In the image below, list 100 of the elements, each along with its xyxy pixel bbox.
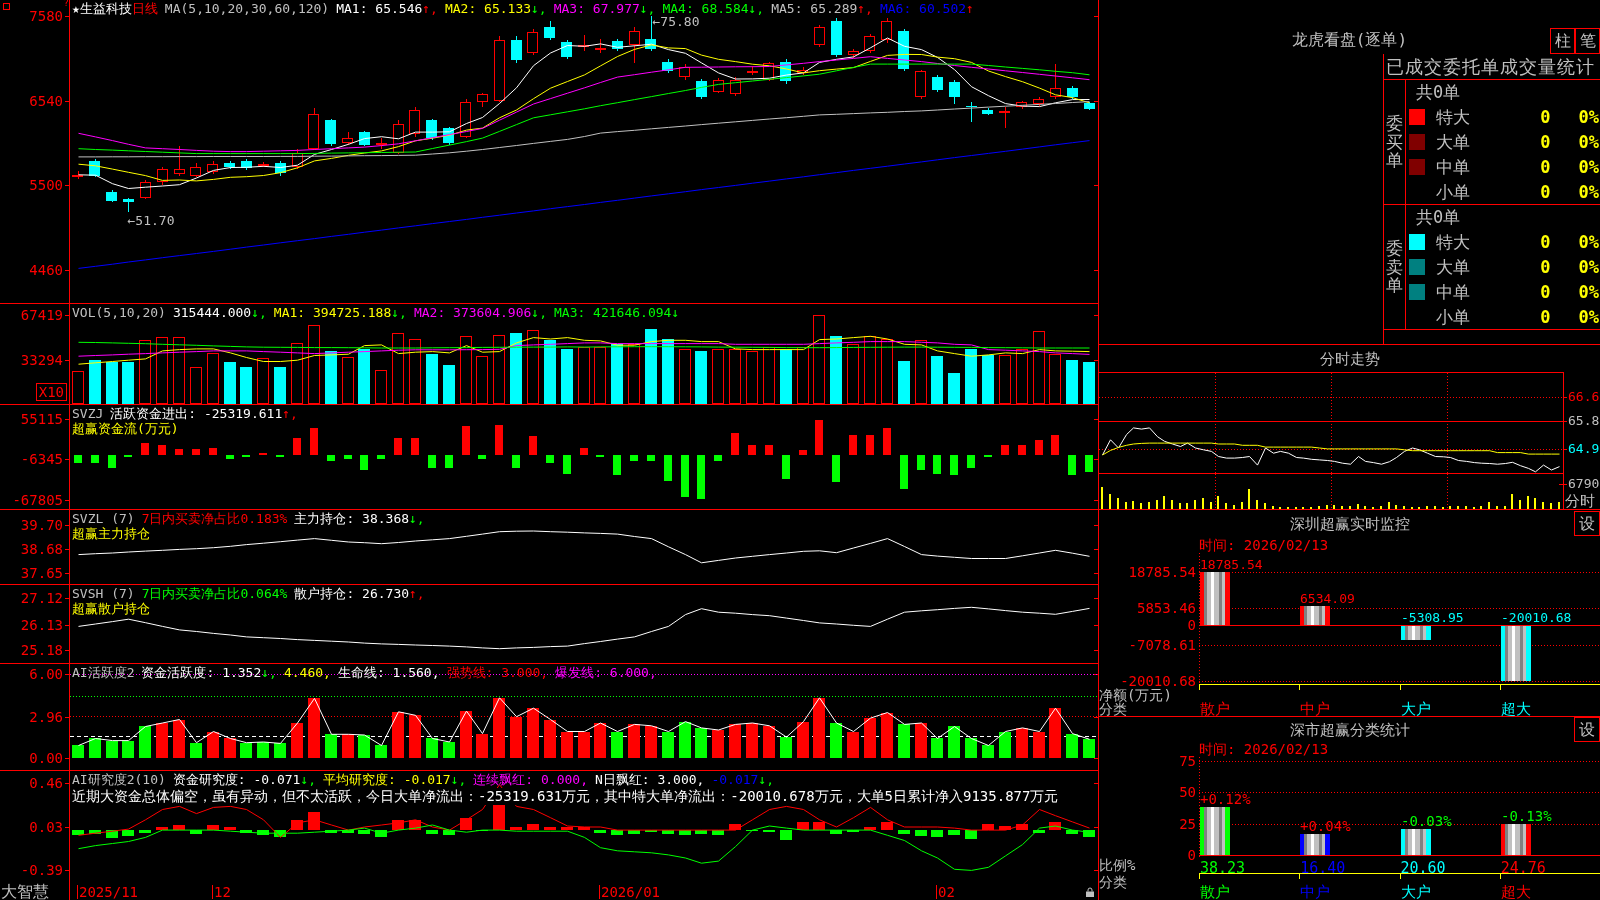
settings-button[interactable]: 设 xyxy=(1574,717,1600,742)
bar xyxy=(360,455,368,470)
axis-label: 6540 xyxy=(29,93,69,109)
bar xyxy=(594,723,606,758)
trend-arrow: ↑, xyxy=(282,406,298,421)
bar xyxy=(173,825,185,830)
bar xyxy=(139,726,151,758)
axis-label: 6.00 xyxy=(29,666,69,682)
help-mark[interactable]: ? xyxy=(63,0,69,8)
candle xyxy=(982,107,993,116)
candle xyxy=(932,74,943,93)
order-percent: 0% xyxy=(1578,106,1599,127)
candle xyxy=(1067,85,1078,100)
candle xyxy=(1050,63,1061,100)
legend-label: 活跃资金进出: -25319.611 xyxy=(110,406,283,421)
bar xyxy=(1018,445,1026,455)
settings-button[interactable]: 设 xyxy=(1574,511,1600,536)
candle xyxy=(814,24,825,48)
trend-arrow: ↓, xyxy=(261,665,277,680)
legend-label: MA2: 373604.906 xyxy=(413,305,532,320)
bar xyxy=(358,349,370,404)
bar xyxy=(409,820,421,830)
bar xyxy=(578,827,590,830)
candle xyxy=(393,119,404,155)
axis-label: 27.12 xyxy=(20,590,69,606)
bar xyxy=(561,349,573,404)
legend-label: MA6: 60.502 xyxy=(879,1,967,16)
change-label: -0.03% xyxy=(1401,813,1452,830)
legend-label: 连续飘红: 0.000, xyxy=(473,772,588,787)
axis-label: 5853.46 xyxy=(1137,601,1196,615)
table-title: 已成交委托单成交量统计 xyxy=(1384,54,1600,80)
bar xyxy=(662,339,674,404)
bar xyxy=(679,722,691,758)
bar xyxy=(106,830,118,838)
bar xyxy=(965,830,977,839)
axis-label: 26.13 xyxy=(20,617,69,633)
bar xyxy=(797,722,809,758)
bar xyxy=(712,830,724,835)
candle xyxy=(898,28,909,72)
bar xyxy=(375,745,387,758)
candle xyxy=(1033,96,1044,107)
value-label: 18785.54 xyxy=(1200,557,1263,572)
axis-label: 50 xyxy=(1179,785,1196,799)
bar xyxy=(662,830,674,834)
bar xyxy=(611,830,623,835)
bar xyxy=(325,351,337,404)
candle xyxy=(174,145,185,177)
timestamp-label: 时间: 2026/02/13 xyxy=(1199,537,1329,553)
order-percent: 0% xyxy=(1578,131,1599,152)
view-toggle-button[interactable]: 柱 xyxy=(1550,28,1575,54)
view-toggle-button[interactable]: 笔 xyxy=(1575,28,1600,54)
order-total: 共0单 xyxy=(1416,207,1461,227)
axis-label: 0.00 xyxy=(29,750,69,766)
axis-label: 0 xyxy=(1187,848,1196,862)
candle xyxy=(511,35,522,64)
bar xyxy=(443,742,455,758)
legend-label: MA2: 65.133 xyxy=(444,1,532,16)
bar xyxy=(1200,572,1230,625)
order-type-label: 特大 xyxy=(1436,106,1470,127)
trend-arrow: ↓, xyxy=(391,305,407,320)
axis-label: 0 xyxy=(1187,618,1196,632)
bar xyxy=(679,830,691,835)
legend-label: MA1: 394725.188 xyxy=(273,305,392,320)
bar xyxy=(613,455,621,475)
bar xyxy=(209,448,217,455)
bar xyxy=(192,449,200,455)
bar xyxy=(712,730,724,758)
app-logo-text: 大智慧 xyxy=(0,884,49,900)
group-label: 委卖单 xyxy=(1386,238,1403,296)
price-annotation: ←51.70 xyxy=(127,213,175,229)
unit-toggle[interactable]: X10 xyxy=(35,383,67,401)
analysis-note: 近期大资金总体偏空，虽有异动，但不太活跃，今日大单净流出：-25319.631万元，其中特大单净流出：-20010.678万元，大单5日累计净入9135.877万元 xyxy=(72,788,1059,805)
trend-arrow: ↓ xyxy=(671,305,680,320)
trend-arrow: ↑, xyxy=(857,1,873,16)
bar xyxy=(849,435,857,455)
candle xyxy=(527,28,538,56)
bar xyxy=(948,373,960,404)
order-type-label: 中单 xyxy=(1436,156,1470,177)
bar xyxy=(630,455,638,461)
bar xyxy=(325,830,337,833)
bar xyxy=(563,455,571,474)
bar xyxy=(392,712,404,758)
candle xyxy=(730,76,741,97)
lock-icon[interactable] xyxy=(1086,887,1094,897)
bar xyxy=(729,724,741,758)
bar xyxy=(342,734,354,758)
order-type-label: 小单 xyxy=(1436,181,1470,202)
bar xyxy=(933,455,941,474)
bar xyxy=(344,455,352,459)
bar xyxy=(445,455,453,468)
candle xyxy=(325,118,336,147)
order-type-label: 大单 xyxy=(1436,256,1470,277)
panel-title: 龙虎看盘(逐单) xyxy=(1291,31,1408,49)
bar xyxy=(106,741,118,758)
bar xyxy=(931,830,943,837)
bar xyxy=(139,830,151,833)
candle xyxy=(999,106,1010,129)
trend-arrow: ↓, xyxy=(531,1,547,16)
bar xyxy=(917,455,925,470)
bar xyxy=(1501,625,1531,681)
